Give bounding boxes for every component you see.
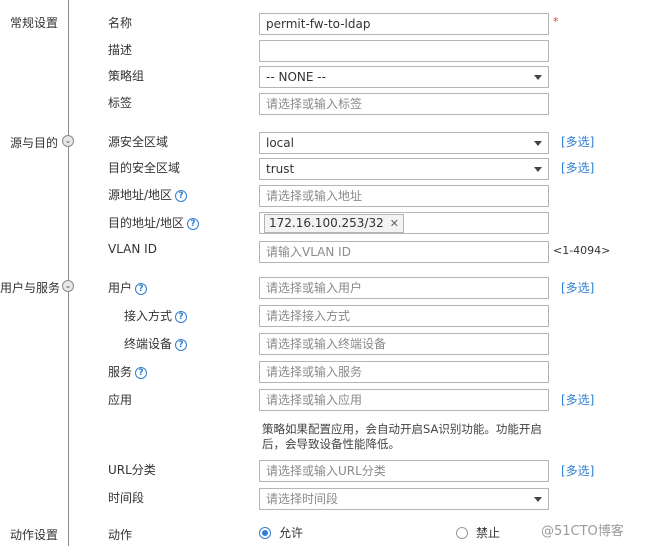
access-label-text: 接入方式 xyxy=(124,309,173,323)
terminal-label-text: 终端设备 xyxy=(124,337,173,351)
src-addr-placeholder: 请选择或输入地址 xyxy=(266,189,363,203)
url-category-input[interactable]: 请选择或输入URL分类 xyxy=(259,460,549,482)
service-label: 服务? xyxy=(108,363,148,380)
vlan-placeholder: 请输入VLAN ID xyxy=(266,245,351,259)
chevron-down-icon xyxy=(534,75,542,80)
time-range-placeholder: 请选择时间段 xyxy=(266,492,339,506)
user-label: 用户? xyxy=(108,279,148,296)
deny-radio-label: 禁止 xyxy=(476,526,501,540)
time-range-label: 时间段 xyxy=(108,491,145,505)
service-input[interactable]: 请选择或输入服务 xyxy=(259,361,549,383)
src-addr-label-text: 源地址/地区 xyxy=(108,188,173,202)
user-input[interactable]: 请选择或输入用户 xyxy=(259,277,549,299)
help-icon[interactable]: ? xyxy=(175,310,188,323)
dst-zone-multi-select-link[interactable]: [多选] xyxy=(561,159,594,176)
section-user-service: 用户与服务 xyxy=(0,281,61,295)
url-category-multi-select-link[interactable]: [多选] xyxy=(561,462,594,479)
action-label: 动作 xyxy=(108,528,133,542)
dst-zone-label: 目的安全区域 xyxy=(108,161,181,175)
access-label: 接入方式? xyxy=(124,307,188,324)
terminal-label: 终端设备? xyxy=(124,335,188,352)
dst-addr-chip-text: 172.16.100.253/32 xyxy=(269,216,384,230)
permit-radio-option[interactable]: 允许 xyxy=(259,524,303,541)
dst-addr-chip: 172.16.100.253/32 ✕ xyxy=(264,214,404,233)
description-label: 描述 xyxy=(108,43,133,57)
application-placeholder: 请选择或输入应用 xyxy=(266,393,363,407)
src-zone-value: local xyxy=(266,136,294,150)
help-icon[interactable]: ? xyxy=(135,282,148,295)
deny-radio[interactable] xyxy=(456,526,468,539)
policy-group-value: -- NONE -- xyxy=(266,70,326,84)
user-label-text: 用户 xyxy=(108,281,133,295)
vlan-range-hint: <1-4094> xyxy=(553,244,611,257)
help-icon[interactable]: ? xyxy=(135,366,148,379)
tag-input[interactable]: 请选择或输入标签 xyxy=(259,93,549,115)
name-label: 名称 xyxy=(108,16,133,30)
access-select[interactable]: 请选择接入方式 xyxy=(259,305,549,327)
chevron-down-icon xyxy=(534,167,542,172)
permit-radio[interactable] xyxy=(259,526,271,539)
policy-group-label: 策略组 xyxy=(108,69,145,83)
dst-zone-select[interactable]: trust xyxy=(259,158,549,180)
description-input[interactable] xyxy=(259,40,549,62)
dst-addr-label-text: 目的地址/地区 xyxy=(108,216,185,230)
access-placeholder: 请选择接入方式 xyxy=(266,309,351,323)
section-action: 动作设置 xyxy=(10,528,59,542)
help-icon[interactable]: ? xyxy=(175,338,188,351)
vlan-label: VLAN ID xyxy=(108,242,157,256)
src-addr-label: 源地址/地区? xyxy=(108,186,188,203)
chevron-down-icon xyxy=(534,497,542,502)
dst-addr-label: 目的地址/地区? xyxy=(108,214,200,231)
required-marker: * xyxy=(553,15,559,28)
section-general: 常规设置 xyxy=(10,16,59,30)
chevron-down-icon xyxy=(534,141,542,146)
help-icon[interactable]: ? xyxy=(175,189,188,202)
close-icon[interactable]: ✕ xyxy=(390,217,399,230)
watermark: @51CTO博客 xyxy=(541,524,624,539)
service-placeholder: 请选择或输入服务 xyxy=(266,365,363,379)
help-icon[interactable]: ? xyxy=(187,217,200,230)
service-label-text: 服务 xyxy=(108,365,133,379)
tag-label: 标签 xyxy=(108,96,133,110)
application-note: 策略如果配置应用，会自动开启SA识别功能。功能开启后，会导致设备性能降低。 xyxy=(262,422,542,451)
name-input[interactable]: permit-fw-to-ldap xyxy=(259,13,549,35)
vlan-input[interactable]: 请输入VLAN ID xyxy=(259,241,549,263)
dst-zone-value: trust xyxy=(266,162,295,176)
src-zone-select[interactable]: local xyxy=(259,132,549,154)
time-range-select[interactable]: 请选择时间段 xyxy=(259,488,549,510)
dst-addr-input[interactable]: 172.16.100.253/32 ✕ xyxy=(259,212,549,234)
terminal-placeholder: 请选择或输入终端设备 xyxy=(266,337,387,351)
user-multi-select-link[interactable]: [多选] xyxy=(561,279,594,296)
section-divider-line xyxy=(68,0,69,546)
src-addr-input[interactable]: 请选择或输入地址 xyxy=(259,185,549,207)
url-category-placeholder: 请选择或输入URL分类 xyxy=(266,464,386,478)
policy-group-select[interactable]: -- NONE -- xyxy=(259,66,549,88)
deny-radio-option[interactable]: 禁止 xyxy=(456,524,500,541)
terminal-input[interactable]: 请选择或输入终端设备 xyxy=(259,333,549,355)
user-placeholder: 请选择或输入用户 xyxy=(266,281,363,295)
collapse-source-dest-icon[interactable]: ⌄ xyxy=(62,135,74,147)
src-zone-label: 源安全区域 xyxy=(108,135,169,149)
collapse-user-service-icon[interactable]: ⌄ xyxy=(62,280,74,292)
application-input[interactable]: 请选择或输入应用 xyxy=(259,389,549,411)
application-multi-select-link[interactable]: [多选] xyxy=(561,391,594,408)
application-label: 应用 xyxy=(108,393,133,407)
tag-placeholder: 请选择或输入标签 xyxy=(266,97,363,111)
permit-radio-label: 允许 xyxy=(279,526,304,540)
src-zone-multi-select-link[interactable]: [多选] xyxy=(561,133,594,150)
url-category-label: URL分类 xyxy=(108,463,156,477)
